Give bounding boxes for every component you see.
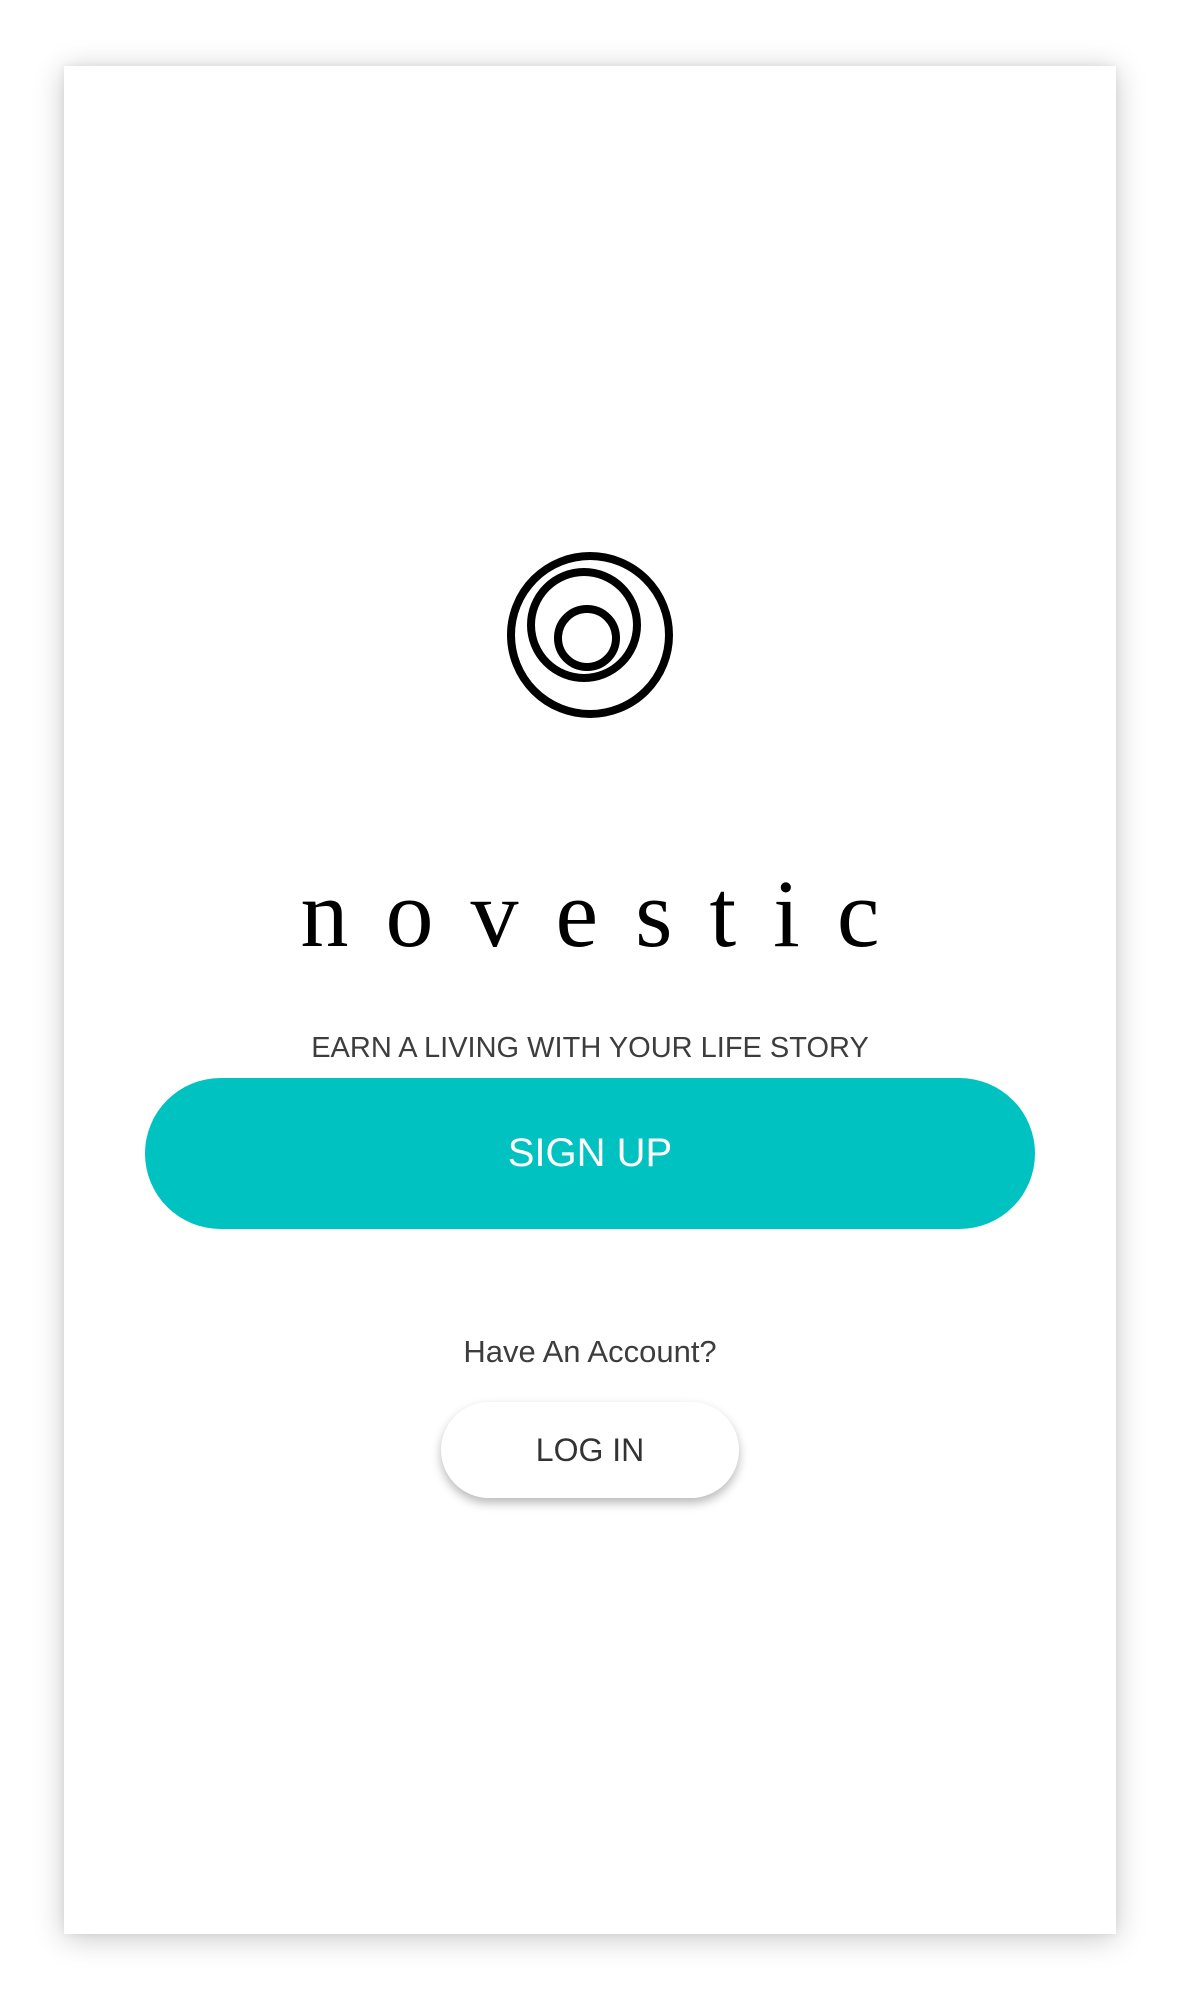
- log-in-button[interactable]: LOG IN: [441, 1402, 739, 1498]
- welcome-card: novestic EARN A LIVING WITH YOUR LIFE ST…: [64, 66, 1116, 1934]
- have-account-text: Have An Account?: [463, 1334, 717, 1369]
- tagline: EARN A LIVING WITH YOUR LIFE STORY: [311, 1032, 869, 1064]
- novestic-logo-icon: [507, 552, 673, 718]
- brand-wordmark: novestic: [300, 860, 917, 967]
- sign-up-button[interactable]: SIGN UP: [145, 1078, 1035, 1229]
